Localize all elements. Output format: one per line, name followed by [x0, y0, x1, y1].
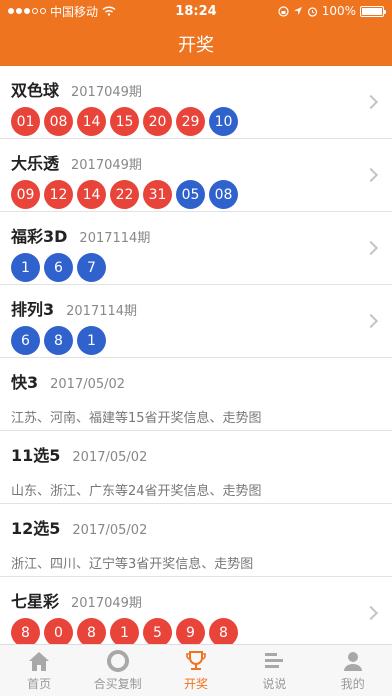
clock-label: 18:24 [175, 3, 217, 19]
battery-label: 100% [321, 4, 356, 18]
lottery-name: 双色球 [11, 81, 60, 100]
blue-ball: 08 [209, 180, 238, 209]
tab-list[interactable]: 说说 [235, 649, 313, 692]
lottery-row[interactable]: 大乐透 2017049期 09 12 14 22 31 05 08 [0, 139, 392, 212]
red-ball: 5 [143, 618, 172, 644]
tab-label: 说说 [262, 677, 287, 691]
red-ball: 12 [44, 180, 73, 209]
lottery-issue: 2017049期 [71, 85, 142, 100]
signal-icon [8, 8, 46, 14]
red-ball: 01 [11, 107, 40, 136]
user-icon [340, 649, 366, 673]
carrier-label: 中国移动 [50, 4, 99, 19]
lottery-issue: 2017/05/02 [72, 450, 148, 465]
lottery-row[interactable]: 排列3 2017114期 6 8 1 [0, 285, 392, 358]
lottery-name: 大乐透 [11, 154, 60, 173]
lottery-row[interactable]: 12选5 2017/05/02 浙江、四川、辽宁等3省开奖信息、走势图 [0, 504, 392, 577]
lottery-name: 12选5 [11, 519, 61, 538]
blue-ball: 6 [44, 253, 73, 282]
status-bar: 中国移动 18:24 100% [0, 0, 392, 22]
blue-ball: 05 [176, 180, 205, 209]
number-balls: 01 08 14 15 20 29 10 [11, 107, 392, 136]
red-ball: 08 [44, 107, 73, 136]
lottery-row[interactable]: 11选5 2017/05/02 山东、浙江、广东等24省开奖信息、走势图 [0, 431, 392, 504]
lottery-row[interactable]: 七星彩 2017049期 8 0 8 1 5 9 8 [0, 577, 392, 644]
lottery-issue: 2017114期 [79, 231, 151, 246]
list-icon [261, 649, 287, 673]
lottery-issue: 2017049期 [71, 596, 142, 611]
number-balls: 167 [11, 253, 392, 282]
tab-label: 合买复制 [93, 677, 142, 691]
red-ball: 8 [77, 618, 106, 644]
blue-ball: 1 [11, 253, 40, 282]
blue-ball: 10 [209, 107, 238, 136]
lottery-name: 排列3 [11, 300, 55, 319]
trophy-icon [183, 649, 209, 673]
rotation-lock-icon [278, 5, 289, 17]
number-balls: 09 12 14 22 31 05 08 [11, 180, 392, 209]
red-ball: 8 [11, 618, 40, 644]
red-ball: 14 [77, 107, 106, 136]
lottery-issue: 2017049期 [71, 158, 142, 173]
red-ball: 31 [143, 180, 172, 209]
lottery-description: 江苏、河南、福建等15省开奖信息、走势图 [11, 411, 262, 426]
nav-bar: 开奖 [0, 22, 392, 66]
red-ball: 15 [110, 107, 139, 136]
location-icon [293, 7, 302, 15]
red-ball: 09 [11, 180, 40, 209]
red-ball: 22 [110, 180, 139, 209]
lottery-issue: 2017114期 [66, 304, 138, 319]
blue-ball: 1 [77, 326, 106, 355]
battery-icon [360, 5, 386, 17]
lottery-list: 双色球 2017049期 01 08 14 15 20 29 10 大乐透 2017049期 09 12… [0, 66, 392, 644]
lottery-description: 浙江、四川、辽宁等3省开奖信息、走势图 [11, 557, 254, 572]
lottery-issue: 2017/05/02 [50, 377, 126, 392]
lottery-issue: 2017/05/02 [72, 523, 148, 538]
red-ball: 1 [110, 618, 139, 644]
number-balls: 8081598 [11, 618, 392, 644]
tab-label: 我的 [340, 677, 365, 691]
lottery-name: 快3 [11, 373, 39, 392]
lottery-row[interactable]: 双色球 2017049期 01 08 14 15 20 29 10 [0, 66, 392, 139]
alarm-icon [307, 6, 317, 17]
red-ball: 14 [77, 180, 106, 209]
red-ball: 8 [209, 618, 238, 644]
tab-ring[interactable]: 合买复制 [79, 649, 157, 692]
tab-user[interactable]: 我的 [314, 649, 392, 692]
tab-bar: 首页 合买复制 开奖 说说 我的 [0, 644, 392, 696]
lottery-name: 11选5 [11, 446, 61, 465]
home-icon [26, 649, 52, 673]
red-ball: 9 [176, 618, 205, 644]
wifi-icon [102, 6, 116, 16]
ring-icon [105, 649, 131, 673]
lottery-name: 福彩3D [11, 227, 68, 246]
red-ball: 0 [44, 618, 73, 644]
red-ball: 29 [176, 107, 205, 136]
page-title: 开奖 [178, 35, 214, 56]
tab-trophy[interactable]: 开奖 [157, 649, 235, 692]
tab-home[interactable]: 首页 [0, 649, 78, 692]
tab-label: 开奖 [183, 677, 208, 691]
lottery-row[interactable]: 福彩3D 2017114期 1 6 7 [0, 212, 392, 285]
red-ball: 20 [143, 107, 172, 136]
number-balls: 681 [11, 326, 392, 355]
tab-label: 首页 [27, 677, 52, 691]
lottery-description: 山东、浙江、广东等24省开奖信息、走势图 [11, 484, 262, 499]
blue-ball: 6 [11, 326, 40, 355]
blue-ball: 8 [44, 326, 73, 355]
lottery-name: 七星彩 [11, 592, 60, 611]
blue-ball: 7 [77, 253, 106, 282]
lottery-row[interactable]: 快3 2017/05/02 江苏、河南、福建等15省开奖信息、走势图 [0, 358, 392, 431]
